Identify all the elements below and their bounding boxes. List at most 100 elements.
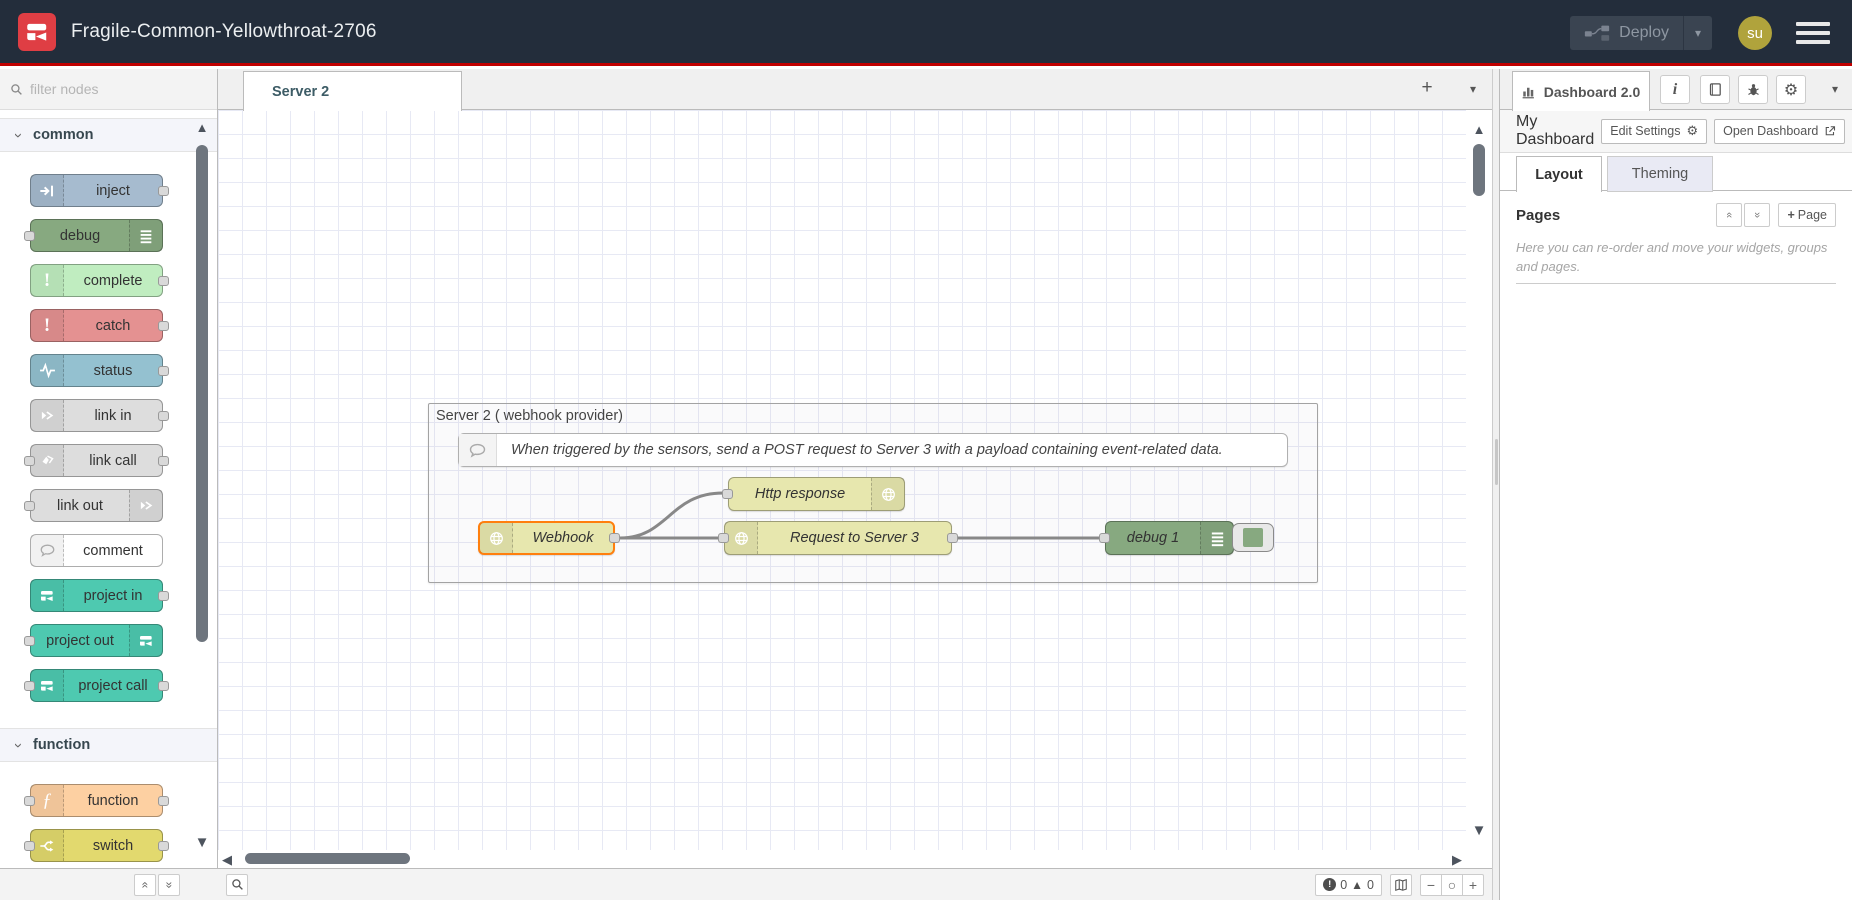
user-avatar[interactable]: su bbox=[1738, 16, 1772, 50]
canvas-hscrollbar[interactable]: ◀ ▶ bbox=[218, 850, 1466, 868]
globe-icon bbox=[480, 523, 513, 553]
expand-all-button[interactable]: » bbox=[158, 874, 180, 896]
palette-node-link-in[interactable]: link in bbox=[30, 399, 163, 432]
flow-node-request-to-server-3[interactable]: Request to Server 3 bbox=[724, 521, 952, 555]
tab-config[interactable]: ⚙ bbox=[1776, 75, 1806, 104]
comment-bubble-icon bbox=[459, 434, 497, 466]
node-red-app: Fragile-Common-Yellowthroat-2706 Deploy … bbox=[0, 0, 1852, 900]
warning-icon: ▲ bbox=[1351, 878, 1363, 892]
tab-theming[interactable]: Theming bbox=[1607, 156, 1713, 192]
flow-node-http-response[interactable]: Http response bbox=[728, 477, 905, 511]
palette: › common inject de bbox=[0, 69, 218, 900]
palette-node-complete[interactable]: ! complete bbox=[30, 264, 163, 297]
canvas-hscroll-thumb[interactable] bbox=[245, 853, 410, 864]
input-port bbox=[24, 796, 35, 806]
palette-node-status[interactable]: status bbox=[30, 354, 163, 387]
sidebar-separator[interactable] bbox=[1492, 69, 1500, 900]
zoom-reset-button[interactable]: ○ bbox=[1441, 874, 1463, 896]
link-icon bbox=[129, 490, 162, 521]
flow-canvas[interactable]: Server 2 ( webhook provider) When trigge… bbox=[218, 110, 1466, 850]
palette-node-project-in[interactable]: project in bbox=[30, 579, 163, 612]
debug-toggle-button[interactable] bbox=[1232, 523, 1274, 552]
add-flow-button[interactable]: + bbox=[1414, 77, 1440, 99]
category-common[interactable]: › common bbox=[0, 118, 217, 152]
palette-node-catch[interactable]: ! catch bbox=[30, 309, 163, 342]
palette-node-project-call[interactable]: project call bbox=[30, 669, 163, 702]
edit-settings-button[interactable]: Edit Settings ⚙ bbox=[1601, 119, 1707, 144]
output-port[interactable] bbox=[609, 533, 620, 543]
input-port[interactable] bbox=[722, 489, 733, 499]
output-port[interactable] bbox=[947, 533, 958, 543]
sidebar-tabs-caret[interactable]: ▾ bbox=[1832, 82, 1838, 96]
add-page-button[interactable]: + Page bbox=[1778, 203, 1836, 227]
separator-handle[interactable] bbox=[1495, 439, 1498, 485]
tab-dashboard-2[interactable]: Dashboard 2.0 bbox=[1512, 71, 1650, 111]
move-up-button[interactable]: « bbox=[1716, 203, 1742, 227]
scroll-up-icon[interactable]: ▲ bbox=[192, 120, 212, 135]
palette-node-inject[interactable]: inject bbox=[30, 174, 163, 207]
palette-node-link-out[interactable]: link out bbox=[30, 489, 163, 522]
palette-node-debug[interactable]: debug bbox=[30, 219, 163, 252]
switch-icon bbox=[31, 830, 64, 861]
deploy-button[interactable]: Deploy ▾ bbox=[1570, 16, 1712, 50]
input-port[interactable] bbox=[1099, 533, 1110, 543]
notifications-counter[interactable]: ! 0 ▲ 0 bbox=[1315, 874, 1382, 896]
zoom-out-button[interactable]: − bbox=[1420, 874, 1442, 896]
tab-layout[interactable]: Layout bbox=[1516, 156, 1602, 192]
project-icon bbox=[129, 625, 162, 656]
tab-help[interactable] bbox=[1700, 75, 1730, 104]
navigator-button[interactable] bbox=[1390, 874, 1412, 896]
palette-node-comment[interactable]: comment bbox=[30, 534, 163, 567]
warning-count: 0 bbox=[1367, 878, 1374, 892]
node-red-logo-icon bbox=[18, 13, 56, 51]
filter-nodes-input[interactable] bbox=[30, 81, 180, 97]
flow-node-debug-1[interactable]: debug 1 bbox=[1105, 521, 1234, 555]
scroll-up-icon[interactable]: ▲ bbox=[1466, 122, 1492, 137]
scroll-right-icon[interactable]: ▶ bbox=[1452, 852, 1462, 868]
flow-tabbar: Server 2 + ▾ bbox=[218, 69, 1492, 110]
palette-node-function[interactable]: ƒ function bbox=[30, 784, 163, 817]
deploy-options-caret[interactable]: ▾ bbox=[1683, 16, 1712, 50]
collapse-all-button[interactable]: « bbox=[134, 874, 156, 896]
input-port bbox=[24, 501, 35, 511]
project-title: Fragile-Common-Yellowthroat-2706 bbox=[71, 21, 377, 43]
palette-scroll-thumb[interactable] bbox=[196, 145, 208, 642]
search-flows-button[interactable] bbox=[226, 874, 248, 896]
scroll-down-icon[interactable]: ▼ bbox=[1466, 822, 1492, 839]
sidebar-tabbar: Dashboard 2.0 i ⚙ ▾ bbox=[1500, 69, 1852, 110]
zoom-in-button[interactable]: + bbox=[1462, 874, 1484, 896]
palette-node-switch[interactable]: switch bbox=[30, 829, 163, 862]
open-dashboard-button[interactable]: Open Dashboard bbox=[1714, 119, 1845, 144]
inject-icon bbox=[31, 175, 64, 206]
comment-text: When triggered by the sensors, send a PO… bbox=[497, 434, 1287, 466]
zoom-controls: − ○ + bbox=[1420, 874, 1484, 896]
canvas-vscrollbar[interactable]: ▲ ▼ bbox=[1466, 110, 1492, 850]
palette-footer: « » bbox=[0, 868, 218, 900]
palette-scrollbar[interactable]: ▲ ▼ bbox=[192, 112, 212, 865]
move-down-button[interactable]: » bbox=[1744, 203, 1770, 227]
input-port bbox=[24, 231, 35, 241]
input-port[interactable] bbox=[718, 533, 729, 543]
tab-info[interactable]: i bbox=[1660, 75, 1690, 104]
sidebar: Dashboard 2.0 i ⚙ ▾ My Dashboard Ed bbox=[1500, 69, 1852, 900]
scroll-down-icon[interactable]: ▼ bbox=[192, 834, 212, 851]
flow-tab-server-2[interactable]: Server 2 bbox=[243, 71, 462, 111]
dashboard-title: My Dashboard bbox=[1516, 113, 1594, 149]
flow-node-webhook[interactable]: Webhook bbox=[478, 521, 615, 555]
scroll-left-icon[interactable]: ◀ bbox=[222, 852, 232, 868]
globe-icon bbox=[725, 522, 758, 554]
palette-node-link-call[interactable]: link call bbox=[30, 444, 163, 477]
workspace: Server 2 + ▾ Server 2 ( webhook provider… bbox=[218, 69, 1492, 900]
canvas-vscroll-thumb[interactable] bbox=[1473, 144, 1485, 196]
tab-debug[interactable] bbox=[1738, 75, 1768, 104]
bar-chart-icon bbox=[1522, 84, 1537, 99]
main-menu-button[interactable] bbox=[1796, 22, 1830, 44]
palette-node-project-out[interactable]: project out bbox=[30, 624, 163, 657]
output-port bbox=[158, 456, 169, 466]
flow-list-caret[interactable]: ▾ bbox=[1470, 82, 1476, 96]
comment-node[interactable]: When triggered by the sensors, send a PO… bbox=[458, 433, 1288, 467]
output-port bbox=[158, 186, 169, 196]
chevron-down-icon: › bbox=[10, 743, 27, 748]
category-function[interactable]: › function bbox=[0, 728, 217, 762]
output-port bbox=[158, 366, 169, 376]
